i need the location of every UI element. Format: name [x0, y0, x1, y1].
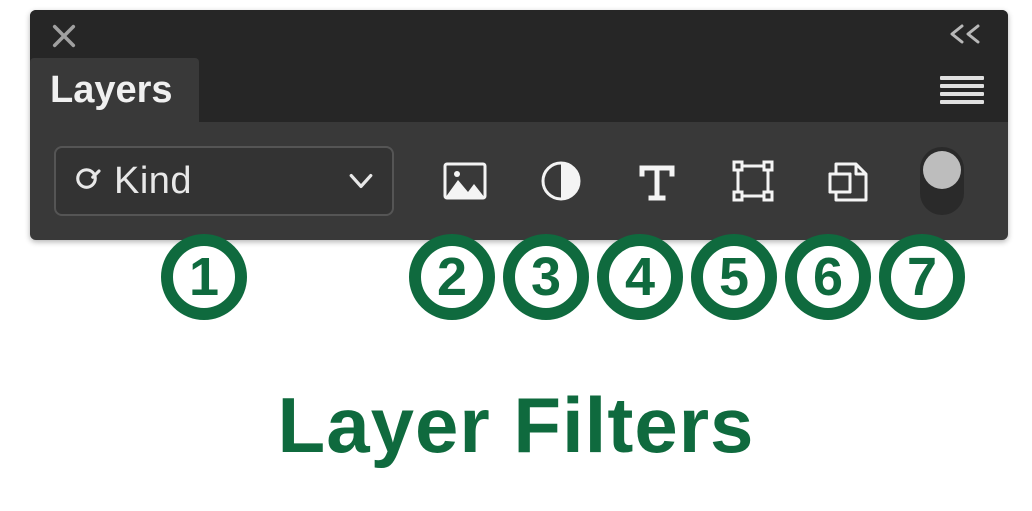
filter-type-dropdown[interactable]: Kind	[54, 146, 394, 216]
annotation-badge-2: 2	[409, 234, 495, 320]
pixel-layers-icon[interactable]	[442, 158, 488, 204]
filter-toggle[interactable]	[920, 147, 964, 215]
filter-icons-group	[442, 158, 872, 204]
panel-titlebar	[30, 10, 1008, 58]
smart-objects-icon[interactable]	[826, 158, 872, 204]
layers-panel: Layers Kind	[30, 10, 1008, 240]
toggle-knob	[923, 151, 961, 189]
shape-layers-icon[interactable]	[730, 158, 776, 204]
layer-filter-row: Kind	[30, 122, 1008, 240]
panel-menu-icon[interactable]	[940, 76, 984, 104]
close-icon[interactable]	[50, 22, 78, 50]
annotation-caption: Layer Filters	[0, 380, 1032, 471]
tab-label: Layers	[50, 69, 173, 112]
collapse-left-icon[interactable]	[946, 24, 986, 44]
tab-layers[interactable]: Layers	[30, 58, 199, 122]
chevron-down-icon	[348, 171, 374, 191]
annotation-badge-4: 4	[597, 234, 683, 320]
filter-dropdown-label: Kind	[104, 160, 348, 203]
annotation-badge-5: 5	[691, 234, 777, 320]
panel-tabbar: Layers	[30, 58, 1008, 122]
annotation-badge-7: 7	[879, 234, 965, 320]
search-icon	[74, 166, 104, 196]
annotation-badge-3: 3	[503, 234, 589, 320]
annotation-badge-6: 6	[785, 234, 871, 320]
adjustment-layers-icon[interactable]	[538, 158, 584, 204]
annotation-badge-1: 1	[161, 234, 247, 320]
type-layers-icon[interactable]	[634, 158, 680, 204]
